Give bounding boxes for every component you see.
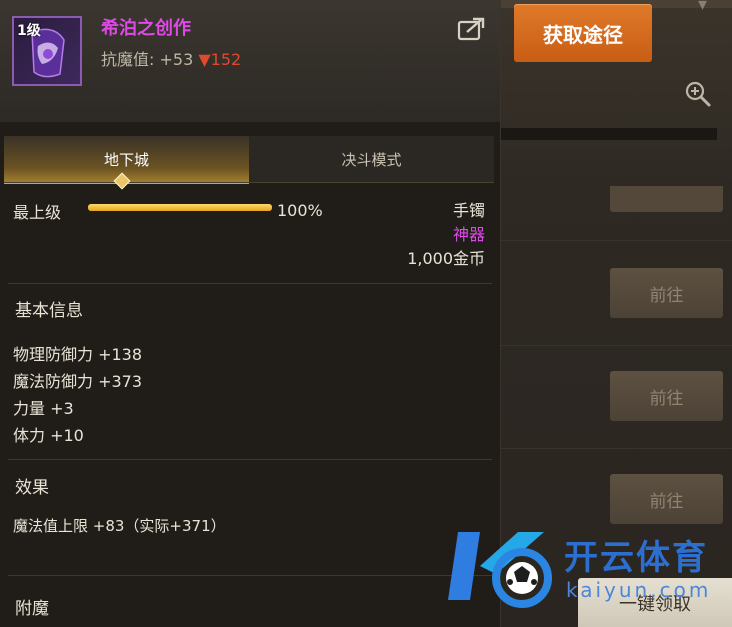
zoom-in-icon[interactable] [684, 80, 712, 108]
section-effects: 效果 [15, 478, 49, 498]
section-enchant: 附魔 [15, 599, 49, 619]
background-bar [495, 128, 717, 140]
item-rarity: 神器 [452, 225, 485, 244]
row-separator [495, 448, 732, 449]
tab-underline [4, 182, 494, 183]
share-icon[interactable] [457, 17, 485, 41]
resist-value: +53 [159, 50, 194, 69]
mode-tabs: 地下城 决斗模式 [4, 136, 494, 184]
watermark-brand: 开云体育 [564, 538, 708, 578]
watermark-url: kaiyun.com [566, 578, 712, 602]
item-tooltip-panel: 1级 希泊之创作 抗魔值: +53 ▼152 地下城 决斗模式 最上级 100%… [0, 0, 501, 627]
background-corner-icon: ▾ [698, 0, 708, 15]
goto-button[interactable]: 前往 [610, 371, 723, 421]
resist-value-line: 抗魔值: +53 ▼152 [101, 46, 241, 70]
goto-button[interactable]: 前往 [610, 474, 723, 524]
resist-label: 抗魔值: [101, 50, 155, 69]
bracelet-icon: 1级 [12, 16, 82, 86]
grade-progress-bar [88, 204, 272, 211]
stat-physical-defense: 物理防御力 +138 [13, 345, 143, 364]
row-separator [495, 240, 732, 241]
item-name: 希泊之创作 [101, 18, 191, 39]
stat-vitality: 体力 +10 [13, 426, 84, 445]
resist-down-value: ▼152 [198, 50, 242, 69]
tab-pvp[interactable]: 决斗模式 [249, 136, 494, 182]
grade-percent: 100% [277, 201, 323, 220]
goto-button-partial[interactable] [610, 186, 723, 212]
kaiyun-logo-icon [448, 532, 552, 608]
divider [8, 575, 492, 576]
stat-magic-defense: 魔法防御力 +373 [13, 372, 143, 391]
item-level-tag: 1级 [17, 23, 41, 39]
grade-label: 最上级 [13, 203, 62, 222]
effect-mp-max: 魔法值上限 +83（实际+371） [13, 517, 226, 535]
grade-progress-fill [88, 204, 272, 211]
divider [8, 283, 492, 284]
divider [8, 459, 492, 460]
goto-button[interactable]: 前往 [610, 268, 723, 318]
stat-strength: 力量 +3 [13, 399, 74, 418]
row-separator [495, 345, 732, 346]
section-basic-info: 基本信息 [15, 301, 83, 321]
item-price: 1,000金币 [407, 249, 485, 268]
acquire-path-button[interactable]: 获取途径 [514, 4, 652, 62]
item-type: 手镯 [452, 201, 485, 220]
